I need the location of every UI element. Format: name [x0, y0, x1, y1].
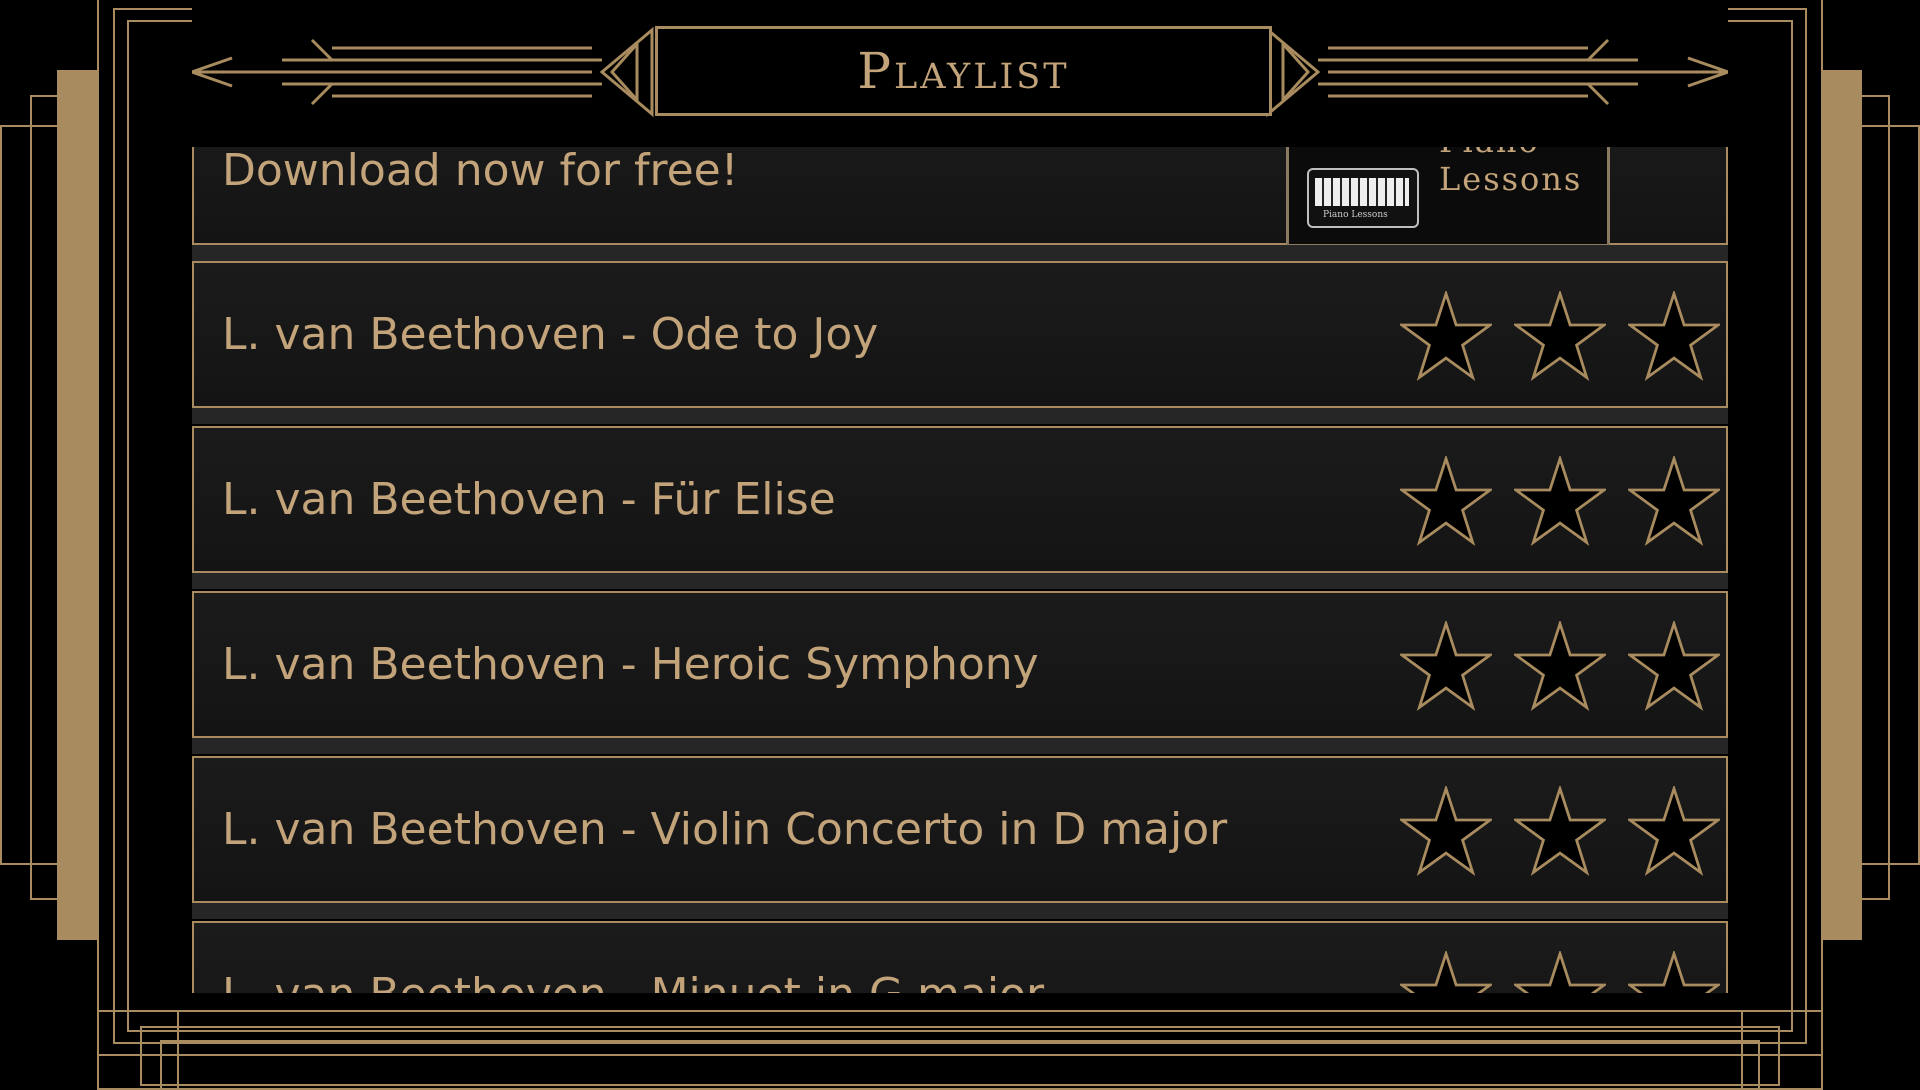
ad-banner[interactable]: Download now for free! Piano Lessons Pia… [192, 147, 1728, 247]
frame-line-right-2 [1860, 125, 1920, 865]
star-outline-icon [1628, 786, 1720, 876]
frame-bottom-step-4 [177, 1010, 1743, 1090]
star-outline-icon [1628, 621, 1720, 711]
playlist-scroll-area[interactable]: Download now for free! Piano Lessons Pia… [192, 147, 1728, 993]
star-rating [1400, 786, 1720, 876]
piano-icon: Piano Lessons [1307, 168, 1419, 228]
star-outline-icon [1400, 621, 1492, 711]
star-outline-icon [1400, 456, 1492, 546]
star-rating [1400, 291, 1720, 381]
star-outline-icon [1400, 291, 1492, 381]
star-outline-icon [1400, 786, 1492, 876]
star-outline-icon [1514, 621, 1606, 711]
star-outline-icon [1514, 786, 1606, 876]
star-rating [1400, 951, 1720, 993]
row-separator [192, 903, 1728, 919]
header-title-box: Playlist [655, 26, 1272, 116]
song-row[interactable]: L. van Beethoven - Für Elise [192, 426, 1728, 573]
song-title: L. van Beethoven - Für Elise [222, 474, 836, 525]
star-rating [1400, 456, 1720, 546]
row-separator [192, 408, 1728, 424]
ad-text: Download now for free! [222, 147, 739, 196]
star-outline-icon [1628, 456, 1720, 546]
logo-caption: Piano Lessons [1323, 210, 1388, 220]
page-title: Playlist [857, 42, 1070, 100]
star-outline-icon [1628, 291, 1720, 381]
frame-line-left-2 [0, 125, 60, 865]
star-outline-icon [1514, 951, 1606, 993]
song-title: L. van Beethoven - Heroic Symphony [222, 639, 1039, 690]
song-row[interactable]: L. van Beethoven - Heroic Symphony [192, 591, 1728, 738]
song-title: L. van Beethoven - Ode to Joy [222, 309, 879, 360]
star-rating [1400, 621, 1720, 711]
song-row[interactable]: L. van Beethoven - Violin Concerto in D … [192, 756, 1728, 903]
song-title: L. van Beethoven - Minuet in G major [222, 923, 1044, 993]
star-outline-icon [1400, 951, 1492, 993]
logo-line-1: Piano [1439, 147, 1540, 160]
row-separator [192, 573, 1728, 589]
star-outline-icon [1514, 456, 1606, 546]
row-separator [192, 738, 1728, 754]
song-row[interactable]: L. van Beethoven - Ode to Joy [192, 261, 1728, 408]
star-outline-icon [1514, 291, 1606, 381]
song-row[interactable]: L. van Beethoven - Minuet in G major [192, 921, 1728, 993]
row-separator [192, 245, 1728, 261]
logo-line-2: Lessons [1439, 160, 1583, 198]
piano-lessons-logo[interactable]: Piano Lessons Piano Lessons [1286, 147, 1610, 247]
star-outline-icon [1628, 951, 1720, 993]
song-title: L. van Beethoven - Violin Concerto in D … [222, 804, 1228, 855]
